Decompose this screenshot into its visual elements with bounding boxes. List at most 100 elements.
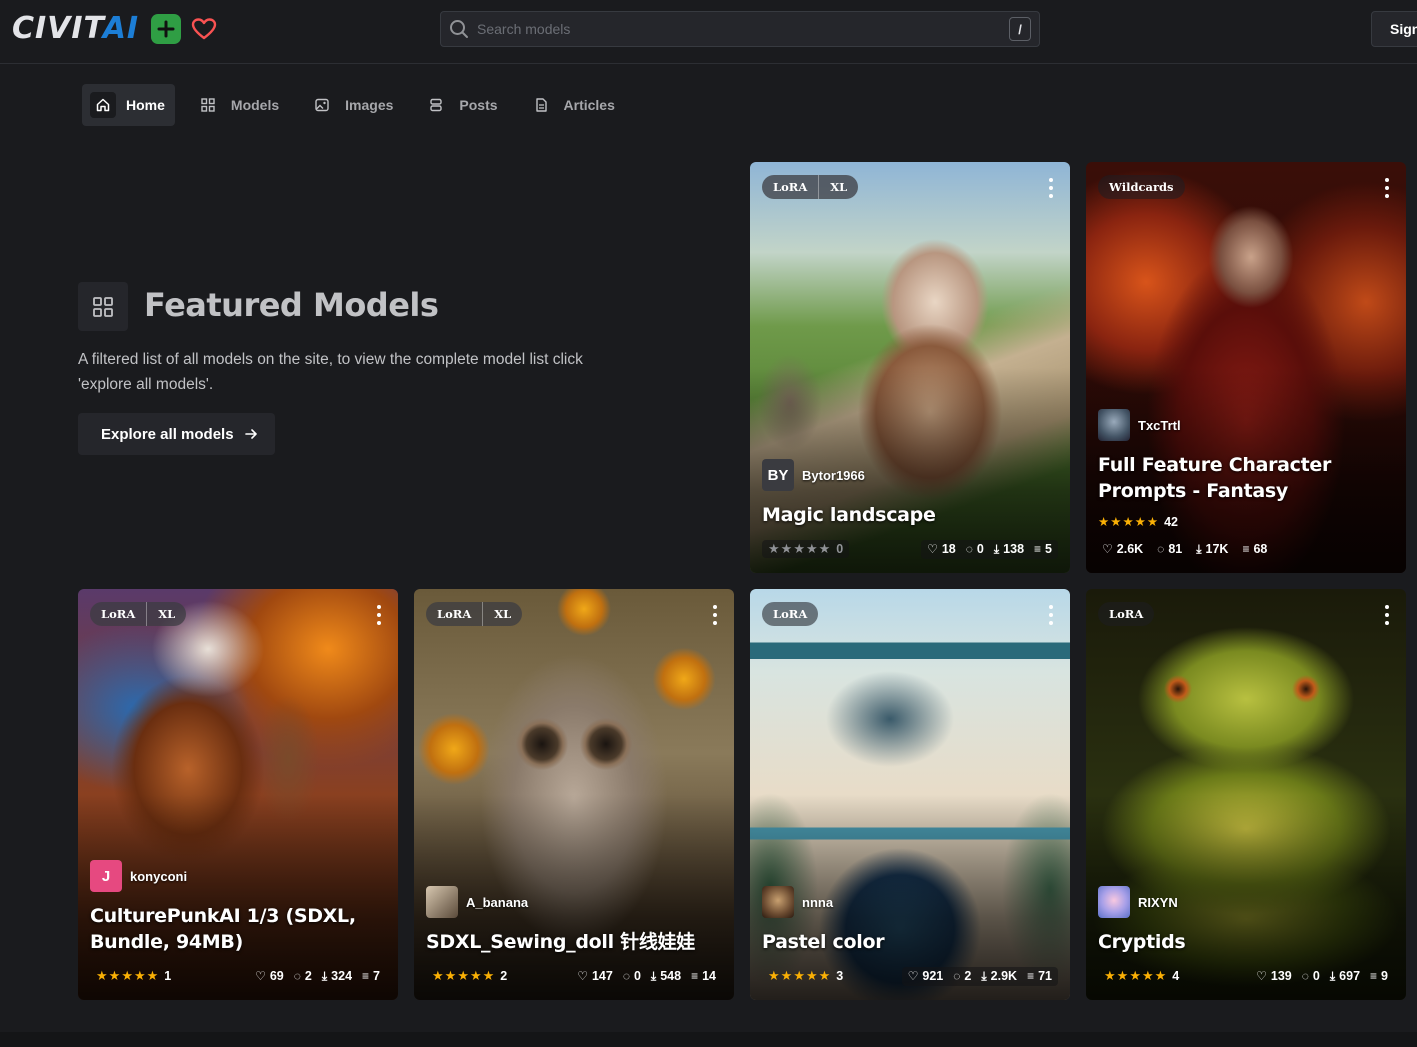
likes-metric: ♡ 921 [908,969,944,983]
card-metrics: ♡ 18 ◌ 0 ⤓ 138 ≡ 5 [921,539,1058,559]
star-icon: ★ [1134,515,1146,529]
comments-metric: ◌ 0 [1302,969,1320,983]
download-icon: ⤓ [1196,541,1202,556]
posts-icon [423,92,449,118]
avatar: BY [762,459,794,491]
badge: LoRA [773,607,808,621]
comments-count: 0 [633,969,641,983]
more-options-icon[interactable] [1384,605,1390,625]
rating-stars: ★ ★ ★ ★ ★ 42 [1098,514,1178,530]
downloads-count: 2.9K [990,969,1018,983]
tab-images[interactable]: Images [301,84,403,126]
downloads-count: 697 [1339,969,1361,983]
star-icon: ★ [1116,968,1129,983]
tab-images-label: Images [345,97,394,113]
downloads-count: 17K [1205,542,1229,556]
rating-stars: ★ ★ ★ ★ ★ 0 [762,540,850,558]
star-icon: ★ [133,968,146,983]
badge: LoRA [101,607,136,621]
author-name: konyconi [130,868,188,884]
explore-label: Explore all models [101,425,234,443]
search-input[interactable] [477,21,1009,37]
likes-metric: ♡ 2.6K [1102,542,1143,556]
arrow-right-icon [244,429,257,439]
downloads-count: 138 [1003,542,1025,556]
support-heart-icon[interactable] [189,14,219,44]
likes-count: 18 [941,542,956,556]
card-metrics: ♡ 921 ◌ 2 ⤓ 2.9K ≡ 71 [901,966,1058,986]
model-card[interactable]: LoRA RIXYN Cryptids ★ ★ ★ ★ ★ 4 ♡ 139 ◌ 0 ⤓ 697… [1086,589,1406,1000]
logo-wordmark[interactable]: CIVITAI [12,12,139,46]
tab-posts[interactable]: Posts [415,84,507,126]
author-name: nnna [802,894,834,910]
versions-count: 5 [1045,542,1052,556]
featured-grid-icon [78,282,128,331]
explore-all-models-button[interactable]: Explore all models [78,413,275,455]
sign-in-button[interactable]: Sign [1371,11,1417,47]
heart-icon: ♡ [577,969,588,983]
model-card[interactable]: LoRA nnna Pastel color ★ ★ ★ ★ ★ 3 ♡ 921 ◌ 2 ⤓… [750,589,1070,1000]
versions-icon: ≡ [362,969,370,983]
likes-metric: ♡ 18 [927,542,956,556]
home-nav-tabs: Home Models Images Posts Articles [82,84,637,126]
author-name: RIXYN [1138,894,1178,910]
model-card[interactable]: LoRA XL A_banana SDXL_Sewing_doll 针线娃娃 ★… [414,589,734,1000]
star-icon: ★ [780,968,793,983]
star-icon: ★ [1110,515,1122,529]
card-author[interactable]: nnna [762,886,833,918]
card-metrics: ♡ 147 ◌ 0 ⤓ 548 ≡ 14 [571,967,722,986]
tab-articles[interactable]: Articles [520,84,625,126]
model-card[interactable]: Wildcards TxcTrtl Full Feature Character… [1086,162,1406,573]
star-icon: ★ [482,968,495,983]
download-icon: ⤓ [993,541,1000,556]
comments-metric: ◌ 2 [294,969,312,983]
tab-home[interactable]: Home [82,84,175,126]
civitai-logo[interactable]: CIVITAI [12,12,219,46]
grid-icon [195,92,221,118]
comment-icon: ◌ [953,969,961,983]
versions-count: 9 [1381,969,1388,983]
card-author[interactable]: BY Bytor1966 [762,459,865,491]
card-stats: ★ ★ ★ ★ ★ 3 ♡ 921 ◌ 2 ⤓ 2.9K ≡ 71 [762,966,1058,986]
search-bar[interactable]: / [440,11,1040,47]
logo-ai: AI [102,11,140,46]
comment-icon: ◌ [622,969,630,983]
likes-metric: ♡ 147 [577,969,613,983]
badge: LoRA [773,180,808,194]
card-author[interactable]: RIXYN [1098,886,1178,918]
likes-count: 147 [591,969,613,983]
more-options-icon[interactable] [1048,605,1054,625]
download-icon: ⤓ [1329,968,1336,983]
rating-count: 42 [1164,514,1178,529]
star-icon: ★ [1154,968,1167,983]
more-options-icon[interactable] [712,605,718,625]
star-icon: ★ [1141,968,1154,983]
star-icon: ★ [1122,515,1134,529]
rating-stars: ★ ★ ★ ★ ★ 4 [1098,967,1185,985]
model-type-badges: LoRA XL [90,602,187,626]
versions-icon: ≡ [1034,542,1042,556]
avatar [1098,409,1130,441]
card-author[interactable]: A_banana [426,886,528,918]
star-icon: ★ [444,968,457,983]
more-options-icon[interactable] [1048,178,1054,198]
model-card[interactable]: LoRA XL J konyconi CulturePunkAI 1/3 (SD… [78,589,398,1000]
comments-count: 81 [1168,542,1183,556]
model-type-badges: LoRA XL [426,602,523,626]
downloads-metric: ⤓ 324 [322,969,352,984]
more-options-icon[interactable] [1384,178,1390,198]
comments-metric: ◌ 2 [953,969,971,983]
card-author[interactable]: TxcTrtl [1098,409,1181,441]
badge: Wildcards [1109,180,1174,194]
badge: XL [482,602,522,626]
star-icon: ★ [780,541,793,556]
model-card[interactable]: LoRA XL BY Bytor1966 Magic landscape ★ ★ ★… [750,162,1070,573]
more-options-icon[interactable] [376,605,382,625]
tab-home-label: Home [126,97,165,113]
star-icon: ★ [146,968,159,983]
tab-models[interactable]: Models [187,84,289,126]
card-metrics: ♡ 139 ◌ 0 ⤓ 697 ≡ 9 [1250,967,1394,986]
card-author[interactable]: J konyconi [90,860,187,892]
card-title: Full Feature Character Prompts - Fantasy [1098,454,1332,502]
create-plus-icon[interactable] [151,14,182,44]
